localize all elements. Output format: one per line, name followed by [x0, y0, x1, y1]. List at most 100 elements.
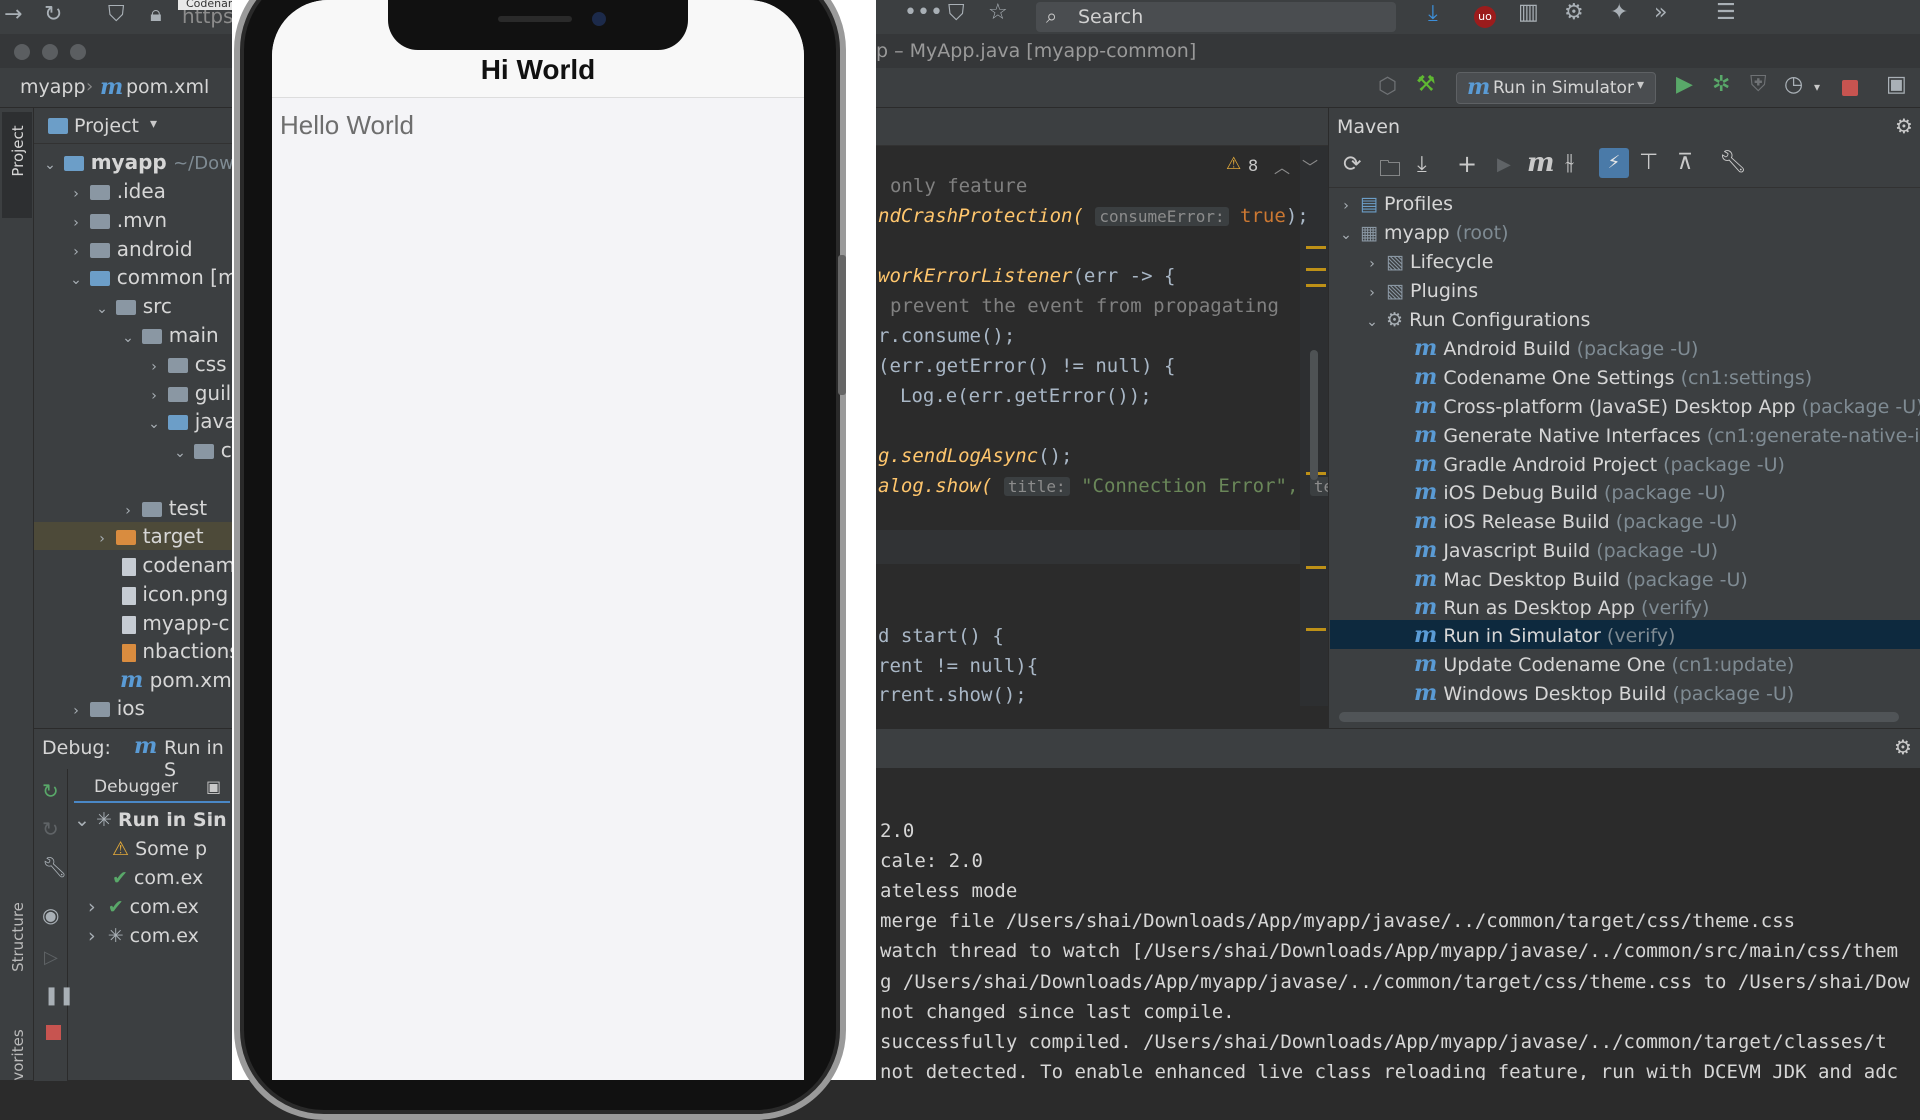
tree-item-target[interactable]: › target	[94, 522, 203, 550]
download-icon[interactable]: ⤓	[1417, 152, 1427, 177]
chevron-up-icon[interactable]: ︿	[1274, 154, 1290, 178]
show-dependencies-icon[interactable]: ⊤	[1639, 150, 1658, 175]
maven-run-config[interactable]: m iOS Debug Build (package -U)	[1414, 478, 1726, 506]
wrench-icon[interactable]: 🔧︎	[42, 855, 67, 879]
debug-tree-warning[interactable]: ⚠ Some p	[112, 838, 207, 860]
execute-goal-icon[interactable]: m	[1527, 148, 1555, 178]
tag-icon[interactable]: ⬡	[1378, 74, 1397, 99]
resume-disabled-icon[interactable]: ↻	[42, 817, 59, 841]
tree-item-idea[interactable]: › .idea	[68, 177, 166, 205]
console-toggle-icon[interactable]: ▣	[206, 777, 221, 796]
gear-icon[interactable]: ⚙	[1895, 114, 1913, 138]
maven-run-config[interactable]: m Gradle Android Project (package -U)	[1414, 450, 1785, 478]
maven-run-config[interactable]: m Run as Desktop App (verify)	[1414, 593, 1709, 621]
more-icon[interactable]: •••	[904, 0, 943, 25]
wrench-icon[interactable]: 🔧︎	[1719, 150, 1747, 175]
tree-item-src[interactable]: ⌄ src	[94, 292, 172, 320]
maven-item-myapp[interactable]: ⌄ ▦ myapp (root)	[1338, 219, 1508, 247]
maven-scrollbar[interactable]	[1339, 712, 1899, 722]
step-icon[interactable]: ▷	[44, 947, 58, 968]
window-close-dot[interactable]	[14, 44, 30, 60]
warning-stripe-mark[interactable]	[1306, 566, 1326, 569]
project-side-tab[interactable]: Project	[2, 112, 32, 218]
maven-item-lifecycle[interactable]: › ▧ Lifecycle	[1364, 248, 1493, 276]
shield-icon[interactable]: ⛉	[108, 2, 125, 27]
tree-item-codenameone-settings[interactable]: codenam	[122, 551, 235, 579]
run-config-dropdown[interactable]: m Run in Simulator ▾	[1456, 72, 1656, 104]
project-structure-icon[interactable]: ▣	[1886, 72, 1907, 97]
tree-item-icon-png[interactable]: icon.png	[122, 580, 228, 608]
window-zoom-dot[interactable]	[70, 44, 86, 60]
editor[interactable]	[876, 146, 1328, 706]
profile-icon[interactable]: ◷	[1784, 72, 1803, 97]
menu-icon[interactable]: ☰	[1716, 0, 1736, 25]
maven-item-plugins[interactable]: › ▧ Plugins	[1364, 277, 1478, 305]
add-icon[interactable]: +	[1457, 150, 1477, 178]
collapse-all-icon[interactable]: ⊼	[1677, 150, 1693, 175]
tree-item-ios[interactable]: › ios	[68, 694, 145, 722]
download-icon[interactable]: ⤓	[1428, 1, 1438, 26]
reload-icon[interactable]: ↻	[44, 2, 62, 27]
tree-item-pom-xml[interactable]: m pom.xml	[120, 666, 237, 694]
tree-item-guibuilder[interactable]: › guil	[146, 379, 231, 407]
stop-icon[interactable]	[1842, 80, 1858, 96]
debug-tree-run[interactable]: ⌄ ✳ Run in Sin	[74, 809, 227, 831]
maven-run-config[interactable]: m Mac Desktop Build (package -U)	[1414, 565, 1748, 593]
maven-run-config[interactable]: m Windows Desktop Build (package -U)	[1414, 679, 1794, 707]
tree-item-nbactions[interactable]: nbactions	[122, 637, 240, 665]
tree-item-myapp[interactable]: ⌄ myapp ~/Dow	[42, 148, 234, 176]
browser-search-box[interactable]: ⌕ Search	[1036, 2, 1396, 32]
warning-icon[interactable]: ⚠	[1226, 154, 1241, 174]
pause-icon[interactable]: ❚❚	[44, 985, 74, 1006]
tree-item-css[interactable]: › css	[146, 350, 226, 378]
maven-run-config-selected[interactable]: m Run in Simulator (verify)	[1414, 621, 1675, 649]
warning-stripe-mark[interactable]	[1306, 268, 1326, 271]
maven-run-config[interactable]: m Codename One Settings (cn1:settings)	[1414, 363, 1812, 391]
eye-icon[interactable]: ◉	[42, 903, 59, 927]
maven-run-config[interactable]: m Cross-platform (JavaSE) Desktop App (p…	[1414, 392, 1920, 420]
add-folder-icon[interactable]: 🗀︎	[1379, 152, 1401, 190]
stop-icon[interactable]	[46, 1025, 61, 1040]
project-panel-header[interactable]: Project ▾	[34, 108, 234, 144]
rerun-icon[interactable]: ↻	[42, 779, 59, 803]
search-input[interactable]: Search	[1078, 6, 1143, 28]
maven-item-profiles[interactable]: › ▤ Profiles	[1338, 190, 1453, 218]
window-minimize-dot[interactable]	[42, 44, 58, 60]
debug-tree-check-1[interactable]: ✔ com.ex	[112, 867, 203, 889]
warning-count[interactable]: 8	[1248, 156, 1258, 175]
maven-run-config[interactable]: m iOS Release Build (package -U)	[1414, 507, 1738, 535]
breadcrumb-file[interactable]: pom.xml	[126, 76, 209, 98]
tree-item-package[interactable]: ⌄ c	[172, 436, 232, 464]
debug-icon[interactable]: ✲	[1712, 72, 1730, 97]
warning-stripe-mark[interactable]	[1306, 284, 1326, 287]
maven-run-config[interactable]: m Update Codename One (cn1:update)	[1414, 650, 1794, 678]
tree-item-myapp-common-iml[interactable]: myapp-c	[122, 609, 230, 637]
run-disabled-icon[interactable]: ▶	[1497, 154, 1511, 175]
chevrons-right-icon[interactable]: »	[1654, 0, 1667, 25]
structure-side-tab-label[interactable]: Structure	[9, 889, 27, 985]
gear-icon[interactable]: ⚙	[1564, 0, 1584, 25]
gear-icon[interactable]: ⚙	[1894, 735, 1912, 759]
skip-tests-icon[interactable]: ⚡	[1599, 148, 1629, 178]
maven-run-config[interactable]: m Generate Native Interfaces (cn1:genera…	[1414, 421, 1920, 449]
debugger-tab[interactable]: Debugger ▣	[74, 773, 230, 803]
ublock-icon[interactable]: uo	[1474, 6, 1496, 28]
star-icon[interactable]: ☆	[988, 0, 1008, 25]
tree-item-main[interactable]: ⌄ main	[120, 321, 219, 349]
pocket-icon[interactable]: ⛉	[948, 1, 965, 26]
maven-run-config[interactable]: m Javascript Build (package -U)	[1414, 536, 1718, 564]
debug-tree-check-2[interactable]: › ✔ com.ex	[88, 896, 199, 918]
warning-stripe-mark[interactable]	[1306, 628, 1326, 631]
profile-chevron-icon[interactable]: ▾	[1814, 80, 1820, 94]
toggle-offline-icon[interactable]: ⫳	[1565, 150, 1574, 175]
warning-stripe-mark[interactable]	[1306, 246, 1326, 249]
phone-screen[interactable]: Hi World Hello World	[272, 0, 804, 1080]
library-icon[interactable]: ▥	[1518, 0, 1539, 25]
debug-tree-spin[interactable]: › ✳ com.ex	[88, 925, 199, 947]
hammer-icon[interactable]: ⚒	[1416, 72, 1436, 97]
tree-item-android[interactable]: › android	[68, 235, 192, 263]
chevron-down-icon[interactable]: ﹀	[1302, 154, 1318, 178]
tree-item-java[interactable]: ⌄ java	[146, 407, 237, 435]
extension-icon[interactable]: ✦	[1610, 0, 1628, 25]
maven-item-run-configurations[interactable]: ⌄ ⚙ Run Configurations	[1364, 306, 1590, 334]
